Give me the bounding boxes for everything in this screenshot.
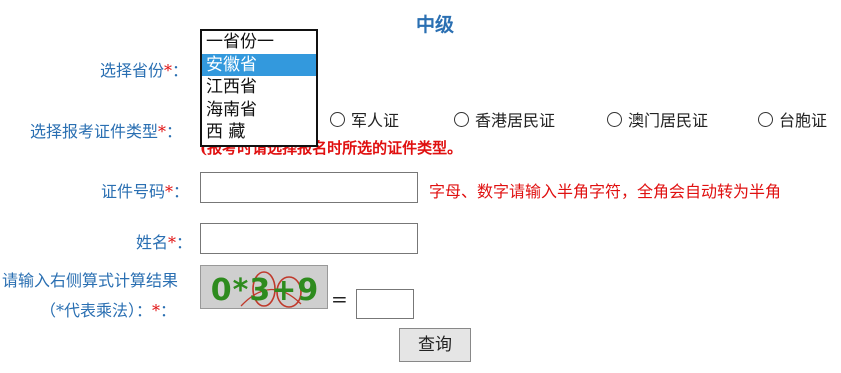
- province-option-selected[interactable]: 安徽省: [202, 53, 316, 76]
- province-select-dropdown[interactable]: 一省份一 安徽省 江西省 海南省 西 藏: [200, 29, 318, 147]
- radio-circle-icon[interactable]: [454, 111, 469, 127]
- captcha-label-line2: （*代表乘法）：: [40, 301, 153, 320]
- required-mark: *: [158, 122, 167, 141]
- id-number-label-row: 证件号码*：: [101, 178, 189, 202]
- province-option[interactable]: 一省份一: [202, 31, 316, 54]
- id-number-label: 证件号码: [101, 182, 166, 201]
- id-number-hint: 字母、数字请输入半角字符，全角会自动转为半角: [429, 182, 782, 201]
- captcha-graphic: 0*3+9: [211, 271, 319, 308]
- radio-label[interactable]: 香港居民证: [475, 107, 555, 131]
- equals-sign: =: [331, 287, 348, 311]
- radio-macau-id[interactable]: 澳门居民证: [607, 107, 708, 131]
- name-label-row: 姓名*：: [136, 229, 192, 253]
- radio-label[interactable]: 澳门居民证: [628, 107, 708, 131]
- province-label: 选择省份: [100, 61, 165, 80]
- radio-label[interactable]: 台胞证: [779, 107, 827, 131]
- required-mark: *: [152, 301, 161, 320]
- radio-taiwan-id[interactable]: 台胞证: [758, 107, 827, 131]
- radio-military-id[interactable]: 军人证: [330, 107, 399, 131]
- id-type-label-row: 选择报考证件类型*：: [30, 118, 182, 142]
- label-colon: ：: [166, 122, 183, 141]
- captcha-label-row: （*代表乘法）：*：: [40, 297, 176, 321]
- captcha-image: 0*3+9: [200, 265, 328, 309]
- label-colon: ：: [160, 301, 177, 320]
- radio-hongkong-id[interactable]: 香港居民证: [454, 107, 555, 131]
- id-number-input[interactable]: [200, 172, 418, 203]
- radio-circle-icon[interactable]: [758, 111, 773, 127]
- required-mark: *: [168, 233, 177, 252]
- radio-circle-icon[interactable]: [607, 111, 622, 127]
- captcha-expression-text: 0*3+9: [211, 273, 319, 308]
- query-button[interactable]: 查询: [399, 328, 471, 362]
- required-mark: *: [165, 182, 174, 201]
- province-option[interactable]: 海南省: [202, 99, 316, 122]
- radio-label[interactable]: 军人证: [351, 107, 399, 131]
- label-colon: ：: [172, 61, 189, 80]
- required-mark: *: [164, 61, 173, 80]
- province-option[interactable]: 江西省: [202, 76, 316, 99]
- label-colon: ：: [173, 182, 190, 201]
- captcha-answer-input[interactable]: [356, 289, 414, 319]
- name-input[interactable]: [200, 223, 418, 254]
- label-colon: ：: [176, 233, 193, 252]
- name-label: 姓名: [136, 233, 169, 252]
- id-type-label: 选择报考证件类型: [30, 122, 159, 141]
- radio-circle-icon[interactable]: [330, 111, 345, 127]
- captcha-label-line1: 请输入右侧算式计算结果: [2, 271, 179, 290]
- province-label-row: 选择省份*：: [100, 57, 188, 81]
- page-title: 中级: [415, 14, 454, 36]
- province-option[interactable]: 西 藏: [202, 121, 316, 144]
